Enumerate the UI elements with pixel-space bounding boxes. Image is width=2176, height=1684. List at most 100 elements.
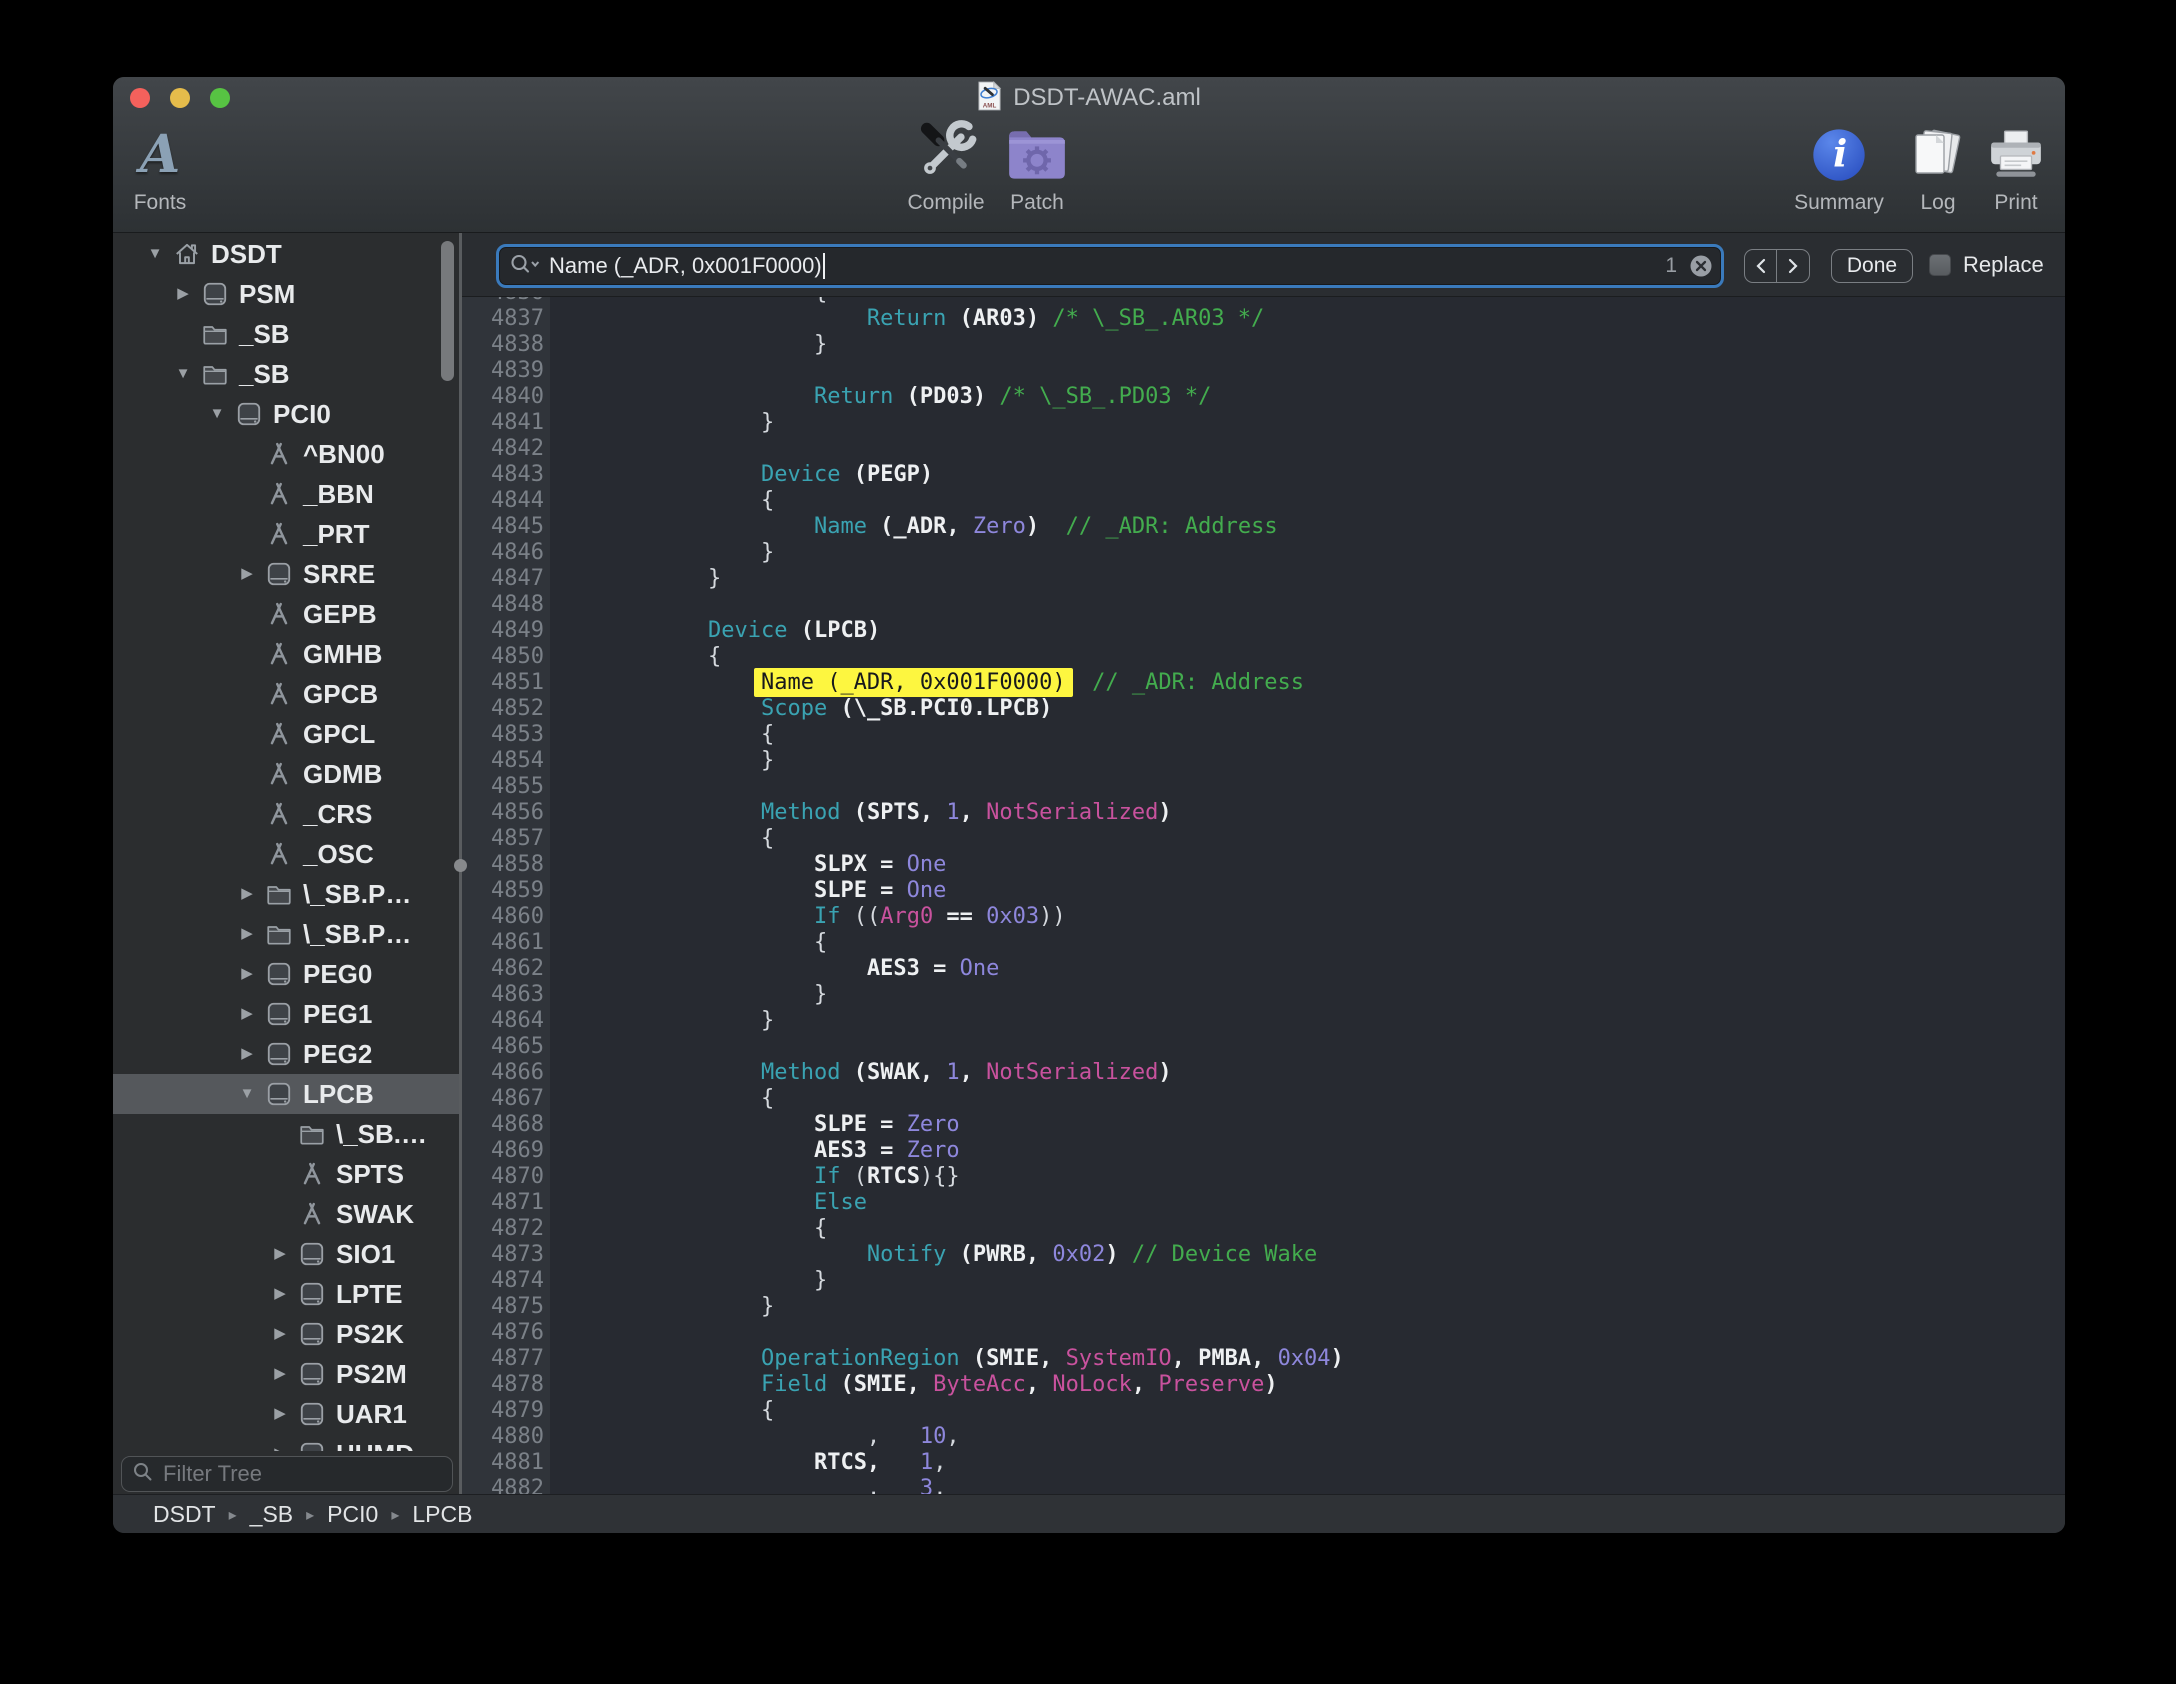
replace-checkbox[interactable] — [1929, 254, 1951, 276]
tree-item-bn00[interactable]: ^BN00 — [113, 434, 459, 474]
disclosure-closed-icon[interactable]: ▶ — [268, 1434, 292, 1451]
tree-item-gepb[interactable]: GEPB — [113, 594, 459, 634]
tree-item-humd[interactable]: ▶ HUMD — [113, 1434, 459, 1451]
disclosure-open-icon[interactable]: ▼ — [235, 1074, 259, 1114]
breadcrumb-separator-icon: ▸ — [229, 1503, 237, 1525]
screen: AML DSDT-AWAC.aml A Fonts — [0, 0, 2176, 1684]
tree-item-peg2[interactable]: ▶PEG2 — [113, 1034, 459, 1074]
tree-item-label: PEG0 — [303, 954, 372, 994]
tree-item-label: PS2K — [336, 1314, 404, 1354]
sidebar-scrollbar[interactable] — [441, 241, 454, 381]
disclosure-open-icon[interactable]: ▼ — [171, 354, 195, 394]
code-line: 4869 AES3 = Zero — [462, 1138, 2066, 1164]
tree-item-lpcb[interactable]: ▼LPCB — [113, 1074, 459, 1114]
tree-item-sb[interactable]: _SB — [113, 314, 459, 354]
window-title: DSDT-AWAC.aml — [1013, 84, 1201, 112]
print-button[interactable]: Print — [1946, 121, 2066, 215]
find-next-button[interactable] — [1777, 250, 1809, 282]
tree-item-lpte[interactable]: ▶LPTE — [113, 1274, 459, 1314]
tree-item-pci0[interactable]: ▼PCI0 — [113, 394, 459, 434]
disclosure-closed-icon[interactable]: ▶ — [268, 1394, 292, 1434]
disclosure-closed-icon[interactable]: ▶ — [235, 914, 259, 954]
tree-item-peg1[interactable]: ▶PEG1 — [113, 994, 459, 1034]
device-icon — [265, 1040, 293, 1068]
device-icon — [265, 1000, 293, 1028]
tree-item-dsdt[interactable]: ▼DSDT — [113, 234, 459, 274]
tree-item-label: PS2M — [336, 1354, 407, 1394]
code-line: 4879 { — [462, 1398, 2066, 1424]
sidebar: ▼DSDT▶PSM_SB▼_SB▼PCI0^BN00_BBN_PRT▶SRREG… — [113, 233, 459, 1496]
find-previous-button[interactable] — [1745, 250, 1777, 282]
tree-item-gpcb[interactable]: GPCB — [113, 674, 459, 714]
disclosure-closed-icon[interactable]: ▶ — [235, 954, 259, 994]
code-line: 4870 If (RTCS){} — [462, 1164, 2066, 1190]
folder-icon — [201, 320, 229, 348]
tree-item-sbp[interactable]: ▶ \_SB.P… — [113, 914, 459, 954]
method-icon — [265, 680, 293, 708]
fonts-button[interactable]: A Fonts — [112, 121, 230, 215]
breadcrumb-item[interactable]: DSDT — [153, 1501, 216, 1528]
tree-item-sio1[interactable]: ▶SIO1 — [113, 1234, 459, 1274]
clear-search-button[interactable] — [1689, 254, 1713, 278]
tree-item-bbn[interactable]: _BBN — [113, 474, 459, 514]
breadcrumb-item[interactable]: PCI0 — [327, 1501, 378, 1528]
tree-item-ps2k[interactable]: ▶ PS2K — [113, 1314, 459, 1354]
line-number: 4877 — [462, 1346, 550, 1372]
tree-item-label: \_SB.… — [336, 1114, 427, 1154]
line-number: 4841 — [462, 410, 550, 436]
search-icon[interactable] — [509, 252, 541, 281]
patch-folder-gear-icon — [1007, 121, 1067, 183]
folder-icon — [201, 360, 229, 388]
line-number: 4838 — [462, 332, 550, 358]
tree-item-gdmb[interactable]: GDMB — [113, 754, 459, 794]
disclosure-closed-icon[interactable]: ▶ — [171, 274, 195, 314]
line-number: 4878 — [462, 1372, 550, 1398]
code-line: 4859 SLPE = One — [462, 878, 2066, 904]
tree-item-spts[interactable]: SPTS — [113, 1154, 459, 1194]
disclosure-open-icon[interactable]: ▼ — [143, 234, 167, 274]
breadcrumb-item[interactable]: LPCB — [412, 1501, 472, 1528]
disclosure-closed-icon[interactable]: ▶ — [235, 554, 259, 594]
disclosure-closed-icon[interactable]: ▶ — [268, 1234, 292, 1274]
breadcrumb-separator-icon: ▸ — [391, 1503, 399, 1525]
tree-item-label: \_SB.P… — [303, 914, 411, 954]
tree-item-crs[interactable]: _CRS — [113, 794, 459, 834]
search-input[interactable]: Name (_ADR, 0x001F0000) 1 — [496, 244, 1724, 288]
tree-item-gpcl[interactable]: GPCL — [113, 714, 459, 754]
code-line: 4857 { — [462, 826, 2066, 852]
tree-item-psm[interactable]: ▶PSM — [113, 274, 459, 314]
tree-item-label: GMHB — [303, 634, 382, 674]
code-line: 4836 { — [462, 297, 2066, 306]
disclosure-closed-icon[interactable]: ▶ — [268, 1314, 292, 1354]
tree-item-label: HUMD — [336, 1434, 414, 1451]
tree-item-ps2m[interactable]: ▶ PS2M — [113, 1354, 459, 1394]
disclosure-closed-icon[interactable]: ▶ — [235, 994, 259, 1034]
tree-item-osc[interactable]: _OSC — [113, 834, 459, 874]
line-number: 4863 — [462, 982, 550, 1008]
code-line: 4877 OperationRegion (SMIE, SystemIO, PM… — [462, 1346, 2066, 1372]
code-line: 4854 } — [462, 748, 2066, 774]
breadcrumb-item[interactable]: _SB — [250, 1501, 293, 1528]
patch-button[interactable]: Patch — [967, 121, 1107, 215]
tree-item-peg0[interactable]: ▶ PEG0 — [113, 954, 459, 994]
code-line: 4842 — [462, 436, 2066, 462]
disclosure-closed-icon[interactable]: ▶ — [268, 1354, 292, 1394]
tree-item-sb[interactable]: \_SB.… — [113, 1114, 459, 1154]
tree-item-sbp[interactable]: ▶\_SB.P… — [113, 874, 459, 914]
disclosure-open-icon[interactable]: ▼ — [205, 394, 229, 434]
tree-item-sb[interactable]: ▼_SB — [113, 354, 459, 394]
line-number: 4874 — [462, 1268, 550, 1294]
tree-item-uar1[interactable]: ▶UAR1 — [113, 1394, 459, 1434]
tree-item-label: _BBN — [303, 474, 374, 514]
tree-item-prt[interactable]: _PRT — [113, 514, 459, 554]
disclosure-closed-icon[interactable]: ▶ — [235, 874, 259, 914]
code-editor[interactable]: 4836 {4837 Return (AR03) /* \_SB_.AR03 *… — [462, 297, 2066, 1496]
disclosure-closed-icon[interactable]: ▶ — [235, 1034, 259, 1074]
tree-item-swak[interactable]: SWAK — [113, 1194, 459, 1234]
done-button[interactable]: Done — [1831, 249, 1913, 283]
filter-tree-input[interactable]: Filter Tree — [121, 1456, 453, 1492]
disclosure-closed-icon[interactable]: ▶ — [268, 1274, 292, 1314]
split-handle-icon[interactable] — [454, 859, 467, 872]
tree-item-gmhb[interactable]: GMHB — [113, 634, 459, 674]
tree-item-srre[interactable]: ▶SRRE — [113, 554, 459, 594]
